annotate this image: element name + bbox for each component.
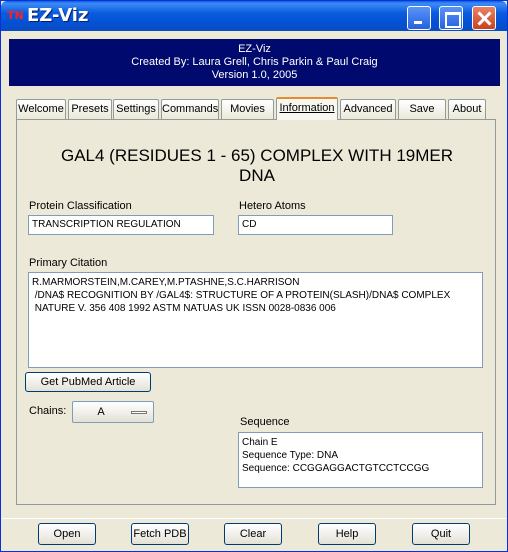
tab-label: Advanced (343, 103, 393, 115)
tab-bar: Welcome Presets Settings Commands Movies… (16, 97, 496, 120)
tab-about[interactable]: About (448, 99, 486, 119)
open-button[interactable]: Open (38, 523, 96, 545)
tab-label: Information (279, 102, 335, 114)
fetch-pdb-button[interactable]: Fetch PDB (131, 523, 189, 545)
citation-line: /DNA$ RECOGNITION BY /GAL4$: STRUCTURE O… (32, 290, 451, 301)
title-bar[interactable]: TN EZ-Viz (1, 1, 507, 31)
sequence-line: Sequence: CCGGAGGACTGTCCTCCGG (242, 463, 430, 474)
chains-select[interactable]: A (72, 401, 154, 423)
classification-field[interactable]: TRANSCRIPTION REGULATION (28, 215, 214, 235)
citation-textarea[interactable]: R.MARMORSTEIN,M.CAREY,M.PTASHNE,S.C.HARR… (28, 272, 483, 368)
banner-credits: Created By: Laura Grell, Chris Parkin & … (131, 56, 378, 68)
sequence-line: Chain E (242, 437, 278, 448)
structure-title: GAL4 (RESIDUES 1 - 65) COMPLEX WITH 19ME… (27, 146, 487, 186)
window-title: EZ-Viz (27, 5, 89, 26)
chains-value: A (97, 406, 105, 418)
citation-label: Primary Citation (29, 257, 108, 269)
citation-line: NATURE V. 356 408 1992 ASTM NATUAS UK IS… (32, 303, 336, 314)
tab-settings[interactable]: Settings (113, 99, 159, 119)
banner-version: Version 1.0, 2005 (211, 69, 298, 81)
app-window: TN EZ-Viz EZ-Viz Created By: Laura Grell… (0, 0, 508, 552)
tab-advanced[interactable]: Advanced (340, 99, 396, 119)
tab-label: Commands (162, 103, 219, 115)
tab-save[interactable]: Save (398, 99, 446, 119)
information-panel: GAL4 (RESIDUES 1 - 65) COMPLEX WITH 19ME… (16, 119, 496, 505)
help-button[interactable]: Help (318, 523, 376, 545)
tab-label: Movies (230, 103, 265, 115)
tab-welcome[interactable]: Welcome (16, 99, 66, 119)
tab-commands[interactable]: Commands (161, 99, 219, 119)
tab-information[interactable]: Information (276, 97, 338, 120)
maximize-button[interactable] (439, 6, 463, 30)
maximize-icon (440, 7, 462, 29)
close-button[interactable] (472, 6, 496, 30)
tab-label: Settings (116, 103, 156, 115)
sequence-line: Sequence Type: DNA (242, 450, 338, 461)
sequence-textarea[interactable]: Chain E Sequence Type: DNA Sequence: CCGGA… (238, 432, 483, 488)
classification-label: Protein Classification (29, 200, 132, 212)
tab-label: About (452, 103, 482, 115)
tab-label: Presets (71, 103, 109, 115)
close-icon (473, 7, 495, 29)
minimize-button[interactable] (407, 6, 431, 30)
minimize-icon (408, 7, 430, 29)
clear-button[interactable]: Clear (224, 523, 282, 545)
hetero-atoms-field[interactable]: CD (238, 215, 393, 235)
structure-title-line1: GAL4 (RESIDUES 1 - 65) COMPLEX WITH 19ME… (60, 146, 454, 165)
app-icon: TN (7, 9, 24, 22)
banner-app-name: EZ-Viz (238, 43, 271, 55)
tab-label: Save (409, 103, 435, 115)
sequence-label: Sequence (240, 416, 290, 428)
quit-button[interactable]: Quit (412, 523, 470, 545)
tab-label: Welcome (18, 103, 64, 115)
header-banner: EZ-Viz Created By: Laura Grell, Chris Pa… (9, 39, 500, 86)
structure-title-line2: DNA (239, 166, 275, 185)
chains-label: Chains: (29, 405, 67, 417)
tab-presets[interactable]: Presets (68, 99, 112, 119)
tab-movies[interactable]: Movies (221, 99, 274, 119)
citation-line: R.MARMORSTEIN,M.CAREY,M.PTASHNE,S.C.HARR… (32, 277, 300, 288)
footer-toolbar: Open Fetch PDB Clear Help Quit (2, 518, 506, 551)
get-pubmed-button[interactable]: Get PubMed Article (25, 372, 151, 392)
hetero-atoms-label: Hetero Atoms (239, 200, 306, 212)
dropdown-icon (131, 411, 147, 414)
